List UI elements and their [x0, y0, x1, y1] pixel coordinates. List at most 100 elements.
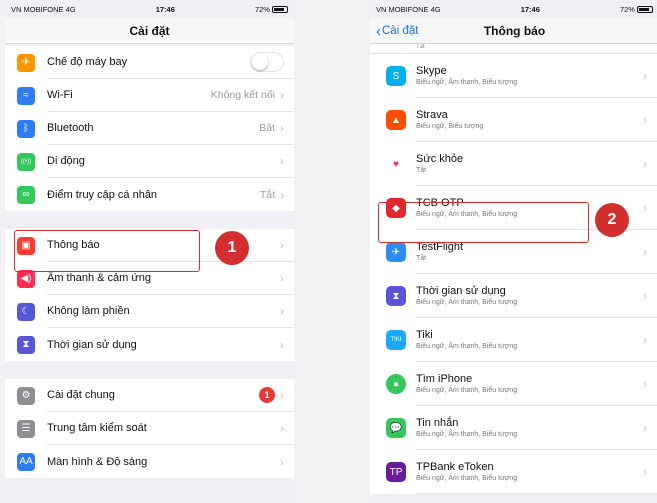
step-2-badge: 2 [595, 203, 629, 237]
app-name: Tiki [416, 329, 433, 341]
chevron-right-icon: › [643, 112, 647, 127]
chevron-right-icon: › [280, 304, 284, 318]
app-notification-row[interactable]: TIKI Tiki Biểu ngữ, Âm thanh, Biểu tượng › [370, 318, 657, 362]
row-label: Chế độ máy bay [47, 56, 128, 68]
app-notification-styles: Biểu ngữ, Âm thanh, Biểu tượng [416, 343, 518, 350]
highlight-tcb-otp [378, 202, 589, 243]
back-label: Cài đặt [382, 25, 419, 37]
chevron-right-icon: › [643, 244, 647, 259]
screen-time-icon: ⧗ [17, 335, 35, 354]
carrier-label: VN MOBIFONE 4G [11, 4, 76, 14]
status-bar: VN MOBIFONE 4G 17:46 72% [370, 0, 657, 18]
row-label: Trung tâm kiểm soát [47, 422, 147, 434]
app-notification-styles: Biểu ngữ, Âm thanh, Biểu tượng [416, 79, 518, 86]
general-gear-icon: ⚙ [17, 386, 35, 405]
app-notification-row[interactable]: ♥ Sức khỏe Tắt › [370, 142, 657, 186]
status-bar: VN MOBIFONE 4G 17:46 72% [5, 0, 294, 18]
page-title: Cài đặt [129, 23, 170, 38]
settings-row[interactable]: ≈ Wi-Fi Không kết nối › [5, 79, 294, 112]
settings-row[interactable]: AA Màn hình & Độ sáng › [5, 445, 294, 478]
wifi-icon: ≈ [17, 86, 35, 105]
battery-percent: 72% [619, 4, 635, 14]
row-label: Bluetooth [47, 122, 94, 134]
app-name: Thời gian sử dụng [416, 285, 506, 297]
chevron-right-icon: › [643, 332, 647, 347]
battery-icon [636, 6, 653, 14]
back-button[interactable]: ‹ Cài đặt [376, 18, 418, 44]
app-notification-styles: Biểu ngữ, Âm thanh, Biểu tượng [416, 475, 518, 482]
app-name: Sức khỏe [416, 153, 464, 165]
testflight-icon: ✈ [386, 242, 406, 262]
health-heart-icon: ♥ [386, 154, 406, 174]
app-notification-styles: Biểu ngữ, Âm thanh, Biểu tượng [416, 431, 518, 438]
chevron-left-icon: ‹ [376, 22, 381, 40]
chevron-right-icon: › [280, 187, 284, 202]
tiki-icon: TIKI [386, 330, 406, 350]
app-notification-row[interactable]: ⧗ Thời gian sử dụng Biểu ngữ, Âm thanh, Bi… [370, 274, 657, 318]
app-notification-list: S Skype Biểu ngữ, Âm thanh, Biểu tượng › ▲ St… [370, 54, 657, 494]
app-notification-styles: Biểu ngữ, Âm thanh, Biểu tượng [416, 387, 518, 394]
chevron-right-icon: › [280, 337, 284, 352]
battery-indicator: 72% [255, 5, 288, 14]
general-group: ⚙ Cài đặt chung 1 › ☰ Trung tâm kiểm soát › AA M… [5, 379, 294, 478]
row-label: Thời gian sử dụng [47, 338, 137, 351]
settings-row[interactable]: ((•)) Di động › [5, 145, 294, 178]
airplane-mode-toggle[interactable] [250, 52, 284, 72]
notifications-screen: VN MOBIFONE 4G 17:46 72% ‹ Cài đặt Thông… [370, 0, 657, 503]
app-notification-styles: Tắt [416, 255, 427, 262]
row-label: Wi-Fi [47, 89, 73, 101]
clock-label: 17:46 [155, 4, 175, 14]
app-notification-row[interactable]: 💬 Tin nhắn Biểu ngữ, Âm thanh, Biểu tượng › [370, 406, 657, 450]
chevron-right-icon: › [280, 271, 284, 285]
app-notification-row[interactable]: ● Tìm iPhone Biểu ngữ, Âm thanh, Biểu tượn… [370, 362, 657, 406]
settings-row[interactable]: ∞ Điểm truy cập cá nhân Tắt › [5, 178, 294, 211]
settings-row[interactable]: ᛒ Bluetooth Bật › [5, 112, 294, 145]
app-name: Tin nhắn [416, 417, 459, 429]
settings-row[interactable]: ⧗ Thời gian sử dụng › [5, 328, 294, 361]
clock-label: 17:46 [520, 4, 540, 14]
chevron-right-icon: › [280, 88, 284, 102]
battery-percent: 72% [254, 4, 270, 14]
row-label: Cài đặt chung [47, 389, 115, 401]
page-title: Thông báo [483, 23, 546, 38]
cut-off-row: Tắt [370, 44, 657, 54]
battery-indicator: 72% [620, 5, 653, 14]
bluetooth-icon: ᛒ [17, 119, 35, 138]
app-name: Strava [416, 109, 448, 121]
chevron-right-icon: › [643, 156, 647, 171]
messages-icon: 💬 [386, 418, 406, 438]
chevron-right-icon: › [280, 154, 284, 168]
row-value: Bật [259, 122, 275, 134]
chevron-right-icon: › [280, 421, 284, 435]
app-notification-styles: Biểu ngữ, Biểu tượng [416, 123, 484, 130]
do-not-disturb-icon: ☾ [17, 302, 35, 321]
nav-bar: Cài đặt [5, 18, 294, 44]
cellular-icon: ((•)) [17, 152, 35, 171]
battery-icon [271, 6, 288, 14]
highlight-notifications [14, 230, 200, 272]
settings-screen: VN MOBIFONE 4G 17:46 72% Cài đặt ✈ Chế độ… [5, 0, 294, 503]
app-name: Tìm iPhone [416, 373, 473, 385]
hotspot-icon: ∞ [17, 185, 35, 204]
settings-row[interactable]: ✈ Chế độ máy bay [5, 46, 294, 79]
settings-row[interactable]: ⚙ Cài đặt chung 1 › [5, 379, 294, 412]
row-value: Tắt [259, 188, 275, 201]
strava-icon: ▲ [386, 110, 406, 130]
chevron-right-icon: › [643, 376, 647, 391]
tpbank-etoken-icon: TP [386, 462, 406, 482]
settings-row[interactable]: ☰ Trung tâm kiểm soát › [5, 412, 294, 445]
control-center-icon: ☰ [17, 419, 35, 438]
update-badge: 1 [259, 387, 275, 403]
settings-row[interactable]: ☾ Không làm phiền › [5, 295, 294, 328]
nav-bar: ‹ Cài đặt Thông báo [370, 18, 657, 44]
chevron-right-icon: › [280, 388, 284, 402]
app-notification-row[interactable]: TP TPBank eToken Biểu ngữ, Âm thanh, Biểu … [370, 450, 657, 494]
app-notification-styles: Tắt [416, 167, 427, 174]
chevron-right-icon: › [643, 288, 647, 303]
app-notification-row[interactable]: ▲ Strava Biểu ngữ, Biểu tượng › [370, 98, 657, 142]
airplane-icon: ✈ [17, 53, 35, 72]
chevron-right-icon: › [643, 200, 647, 215]
chevron-right-icon: › [643, 420, 647, 435]
app-notification-row[interactable]: S Skype Biểu ngữ, Âm thanh, Biểu tượng › [370, 54, 657, 98]
chevron-right-icon: › [643, 464, 647, 479]
